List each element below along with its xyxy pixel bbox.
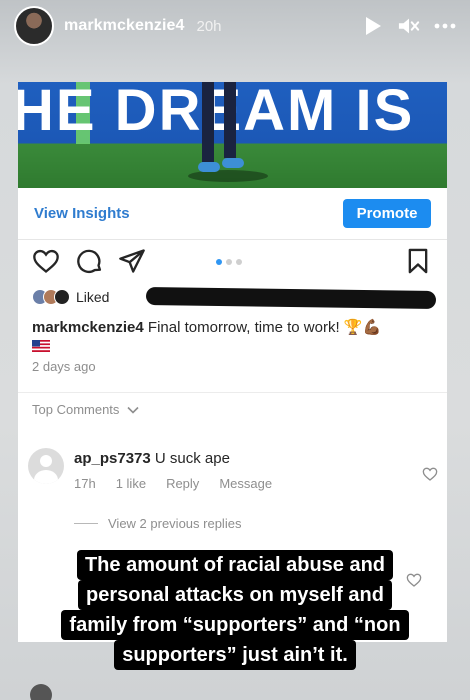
post-timestamp: 2 days ago	[32, 359, 96, 374]
replies-line	[74, 523, 98, 524]
avatar[interactable]	[14, 6, 54, 46]
shoe-decoration	[198, 162, 220, 172]
carousel-dot	[226, 259, 232, 265]
commenter-username[interactable]: ap_ps7373	[74, 450, 151, 467]
comment-likes[interactable]: 1 like	[116, 476, 146, 491]
commenter-avatar[interactable]	[28, 448, 64, 484]
shoe-decoration	[222, 158, 244, 168]
peek-avatar	[30, 684, 52, 700]
story-text-overlay: The amount of racial abuse and personal …	[20, 550, 450, 670]
post-image[interactable]: HE DREAM IS	[18, 82, 447, 188]
redaction-scribble	[145, 286, 437, 310]
caption-username[interactable]: markmckenzie4	[32, 319, 144, 336]
mute-icon[interactable]	[398, 15, 420, 37]
story-username[interactable]: markmckenzie4	[64, 17, 185, 35]
post-caption: markmckenzie4 Final tomorrow, time to wo…	[32, 318, 432, 356]
view-insights-link[interactable]: View Insights	[34, 205, 130, 222]
story-timestamp: 20h	[196, 17, 222, 35]
bookmark-icon[interactable]	[404, 247, 434, 277]
carousel-dot	[236, 259, 242, 265]
view-replies-link[interactable]: View 2 previous replies	[74, 516, 241, 531]
comment-text: U suck ape	[150, 450, 230, 467]
insights-row: View Insights Promote	[18, 188, 447, 240]
story-header: markmckenzie4 20h	[0, 0, 470, 52]
comment-meta: 17h 1 like Reply Message	[74, 476, 272, 491]
comment-heart-icon[interactable]	[422, 466, 438, 482]
overlay-line: family from “supporters” and “non	[61, 610, 409, 640]
liker-avatar	[54, 289, 70, 305]
top-comments-dropdown[interactable]: Top Comments	[32, 402, 139, 417]
share-icon[interactable]	[118, 247, 148, 277]
promote-button[interactable]: Promote	[343, 199, 431, 228]
next-comment-peek	[30, 682, 370, 700]
banner-text: HE DREAM IS	[18, 82, 415, 143]
liked-by-label: Liked	[76, 289, 110, 305]
shadow-decoration	[188, 170, 268, 182]
liked-by-row[interactable]: Liked	[32, 286, 109, 308]
comment-body: ap_ps7373 U suck ape	[74, 450, 230, 467]
chevron-down-icon	[127, 406, 139, 414]
player-leg-decoration	[202, 82, 214, 162]
view-replies-label: View 2 previous replies	[108, 516, 242, 531]
comment-icon[interactable]	[76, 247, 106, 277]
player-leg-decoration	[224, 82, 236, 158]
post-actions	[18, 242, 447, 286]
caption-text: Final tomorrow, time to work! 🏆💪🏾	[143, 319, 382, 336]
more-icon[interactable]	[434, 15, 456, 37]
heart-icon[interactable]	[32, 247, 62, 277]
us-flag-icon	[32, 340, 50, 352]
overlay-line: The amount of racial abuse and	[76, 550, 394, 580]
play-icon[interactable]	[362, 15, 384, 37]
overlay-line: personal attacks on myself and	[78, 580, 392, 610]
story-controls	[362, 15, 456, 37]
comment-time: 17h	[74, 476, 96, 491]
reply-button[interactable]: Reply	[166, 476, 199, 491]
overlay-line: supporters” just ain’t it.	[114, 640, 356, 670]
carousel-indicator	[216, 259, 242, 265]
divider	[18, 392, 447, 393]
carousel-dot-active	[216, 259, 222, 265]
comment-item: ap_ps7373 U suck ape 17h 1 like Reply Me…	[28, 444, 438, 504]
top-comments-label: Top Comments	[32, 402, 120, 417]
message-button[interactable]: Message	[219, 476, 272, 491]
